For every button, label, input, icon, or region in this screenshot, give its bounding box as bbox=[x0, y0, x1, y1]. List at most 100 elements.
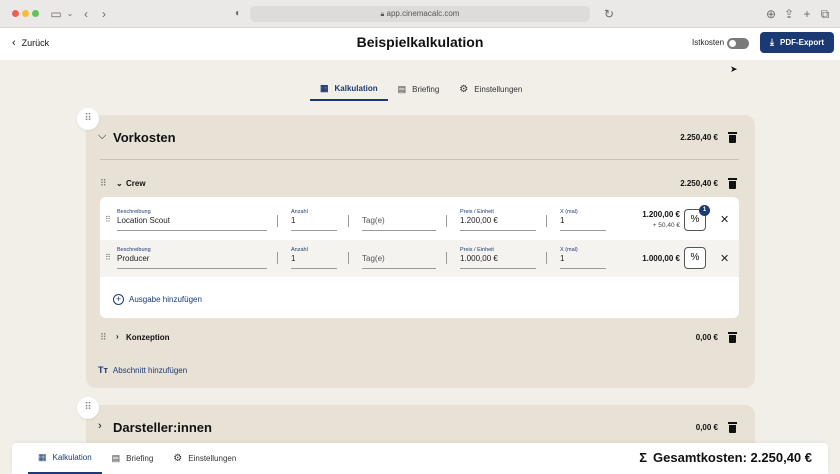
share-icon[interactable]: ⇪ bbox=[781, 6, 797, 22]
input-underline bbox=[560, 268, 606, 269]
gear-icon: ⚙ bbox=[173, 453, 183, 464]
subsection-drag-handle[interactable]: ⠿ bbox=[100, 332, 107, 343]
field-label: Preis / Einheit bbox=[460, 247, 494, 253]
address-bar[interactable]: 🔒︎ app.cinemacalc.com bbox=[250, 6, 590, 22]
reload-icon[interactable]: ↻ bbox=[601, 6, 617, 22]
section-sum: 2.250,40 € bbox=[680, 133, 718, 142]
surcharge-count-badge: 1 bbox=[699, 205, 710, 216]
tab-overview-icon[interactable]: ⧉ bbox=[817, 6, 833, 22]
field-separator bbox=[546, 252, 547, 264]
back-label: Zurück bbox=[21, 38, 50, 48]
section-drag-handle[interactable]: ⠿ bbox=[77, 108, 99, 130]
forward-arrow-icon[interactable]: › bbox=[96, 6, 112, 22]
input-underline bbox=[460, 230, 536, 231]
field-separator bbox=[348, 215, 349, 227]
einheit-select[interactable]: Tag(e) bbox=[362, 254, 385, 263]
anzahl-input[interactable]: 1 bbox=[291, 216, 295, 225]
tab-kalkulation[interactable]: ▦ Kalkulation bbox=[310, 78, 388, 101]
row-drag-handle[interactable]: ⠿ bbox=[105, 215, 111, 224]
gear-icon: ⚙ bbox=[459, 84, 469, 95]
field-separator bbox=[277, 215, 278, 227]
close-icon[interactable]: ✕ bbox=[720, 252, 729, 265]
field-label: Anzahl bbox=[291, 247, 308, 253]
field-separator bbox=[446, 215, 447, 227]
tab-label: Briefing bbox=[412, 85, 440, 94]
mouse-cursor-icon: ➤ bbox=[730, 64, 738, 74]
row-total: 1.000,00 € bbox=[642, 254, 680, 263]
tab-briefing[interactable]: ▤ Briefing bbox=[388, 78, 450, 101]
grand-total: Σ Gesamtkosten: 2.250,40 € bbox=[639, 450, 812, 465]
input-underline bbox=[291, 268, 337, 269]
input-underline bbox=[560, 230, 606, 231]
field-separator bbox=[348, 252, 349, 264]
maximize-window-button[interactable] bbox=[32, 10, 39, 17]
document-icon: ▤ bbox=[111, 453, 121, 463]
lock-icon: 🔒︎ bbox=[380, 11, 385, 18]
field-separator bbox=[277, 252, 278, 264]
download-icon: ⤓ bbox=[770, 37, 774, 47]
bottom-tabs: ▦ Kalkulation ▤ Briefing ⚙ Einstellungen bbox=[28, 443, 246, 474]
pdf-export-button[interactable]: ⤓ PDF-Export bbox=[760, 32, 834, 53]
minimize-window-button[interactable] bbox=[22, 10, 29, 17]
sigma-icon: Σ bbox=[639, 450, 648, 465]
field-label: Beschreibung bbox=[117, 247, 151, 253]
main-tabs: ▦ Kalkulation ▤ Briefing ⚙ Einstellungen bbox=[310, 78, 532, 101]
chevron-right-icon[interactable]: › bbox=[98, 420, 102, 432]
anzahl-input[interactable]: 1 bbox=[291, 254, 295, 263]
x-mal-input[interactable]: 1 bbox=[560, 254, 564, 263]
x-mal-input[interactable]: 1 bbox=[560, 216, 564, 225]
preis-input[interactable]: 1.200,00 € bbox=[460, 216, 498, 225]
row-total: 1.200,00 € bbox=[642, 210, 680, 219]
tab-label: Briefing bbox=[126, 454, 154, 463]
beschreibung-input[interactable]: Location Scout bbox=[117, 216, 170, 225]
plus-circle-icon: + bbox=[113, 294, 124, 305]
tab-einstellungen[interactable]: ⚙ Einstellungen bbox=[163, 443, 246, 474]
close-window-button[interactable] bbox=[12, 10, 19, 17]
chevron-down-icon[interactable]: ⌄ bbox=[62, 6, 78, 22]
row-drag-handle[interactable]: ⠿ bbox=[105, 253, 111, 262]
field-label: Anzahl bbox=[291, 209, 308, 215]
row-surcharge: + 50,40 € bbox=[652, 222, 680, 229]
subsection-drag-handle[interactable]: ⠿ bbox=[100, 178, 107, 189]
istkosten-toggle[interactable] bbox=[727, 38, 749, 49]
bottom-bar: ▦ Kalkulation ▤ Briefing ⚙ Einstellungen… bbox=[12, 443, 828, 474]
input-underline bbox=[460, 268, 536, 269]
trash-icon[interactable] bbox=[728, 332, 737, 343]
tab-einstellungen[interactable]: ⚙ Einstellungen bbox=[449, 78, 532, 101]
subsection-sum: 0,00 € bbox=[695, 333, 718, 342]
tab-briefing[interactable]: ▤ Briefing bbox=[102, 443, 164, 474]
subsection-sum: 2.250,40 € bbox=[680, 179, 718, 188]
grand-total-label: Gesamtkosten: 2.250,40 € bbox=[653, 450, 812, 465]
field-separator bbox=[446, 252, 447, 264]
chevron-down-icon[interactable]: ⌄ bbox=[116, 179, 123, 188]
chevron-right-icon[interactable]: › bbox=[116, 332, 119, 341]
section-drag-handle[interactable]: ⠿ bbox=[77, 397, 99, 419]
subsection-title: Crew bbox=[126, 179, 146, 188]
shield-icon[interactable]: ◐ bbox=[230, 6, 246, 22]
add-expense-button[interactable]: + Ausgabe hinzufügen bbox=[113, 294, 202, 305]
istkosten-label: Istkosten bbox=[692, 38, 725, 47]
add-section-button[interactable]: Tᴛ Abschnitt hinzufügen bbox=[98, 365, 187, 375]
chevron-down-icon[interactable]: ⌵ bbox=[98, 130, 106, 143]
input-underline bbox=[291, 230, 337, 231]
grid-icon: ▦ bbox=[320, 83, 329, 93]
back-arrow-icon[interactable]: ‹ bbox=[78, 6, 94, 22]
chevron-left-icon: ‹ bbox=[12, 37, 16, 49]
einheit-select[interactable]: Tag(e) bbox=[362, 216, 385, 225]
percent-button[interactable]: % bbox=[684, 247, 706, 269]
trash-icon[interactable] bbox=[728, 422, 737, 433]
input-underline bbox=[362, 268, 436, 269]
tab-kalkulation[interactable]: ▦ Kalkulation bbox=[28, 443, 102, 474]
download-icon[interactable]: ⊕ bbox=[763, 6, 779, 22]
trash-icon[interactable] bbox=[728, 132, 737, 143]
back-button[interactable]: ‹ Zurück bbox=[12, 37, 49, 49]
tab-label: Kalkulation bbox=[52, 453, 92, 462]
new-tab-icon[interactable]: + bbox=[799, 6, 815, 22]
pdf-export-label: PDF-Export bbox=[779, 38, 824, 47]
beschreibung-input[interactable]: Producer bbox=[117, 254, 149, 263]
section-title: Vorkosten bbox=[113, 130, 176, 145]
close-icon[interactable]: ✕ bbox=[720, 213, 729, 226]
trash-icon[interactable] bbox=[728, 178, 737, 189]
document-icon: ▤ bbox=[397, 84, 407, 94]
preis-input[interactable]: 1.000,00 € bbox=[460, 254, 498, 263]
